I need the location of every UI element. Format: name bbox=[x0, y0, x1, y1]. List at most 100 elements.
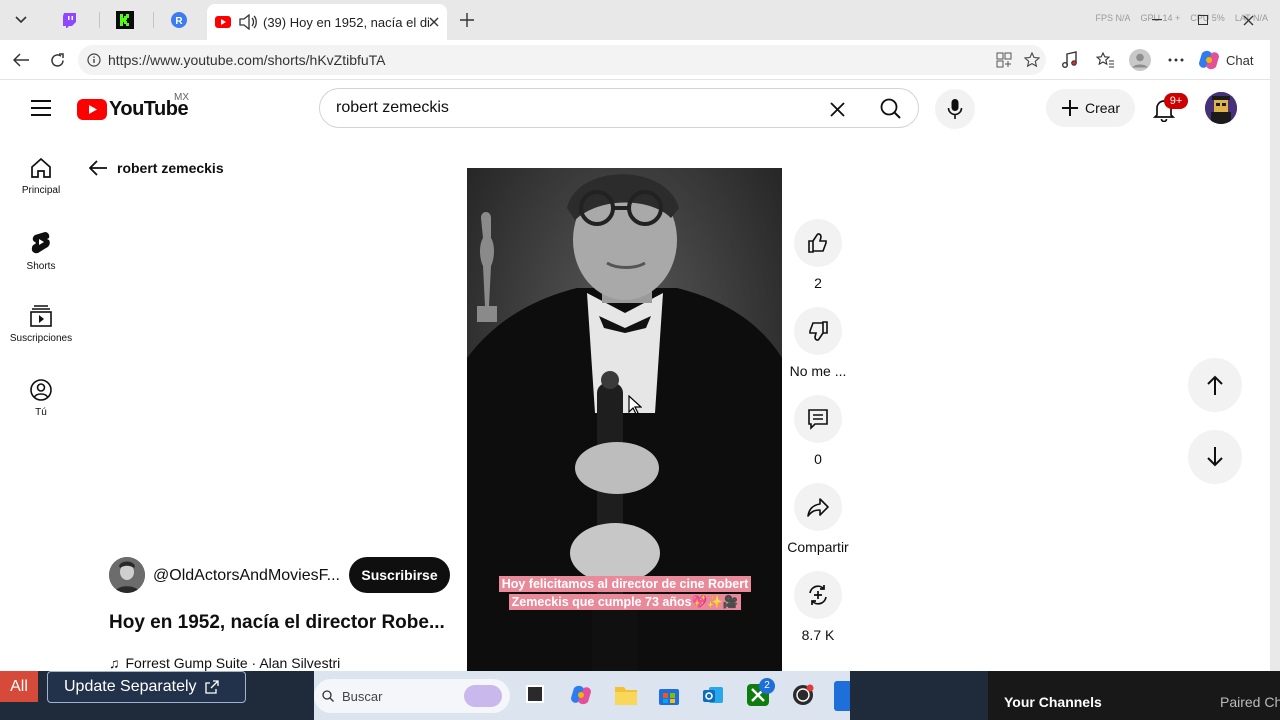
back-to-search[interactable]: robert zemeckis bbox=[89, 160, 224, 176]
favorite-star-icon[interactable] bbox=[1024, 52, 1040, 68]
active-tab-title: (39) Hoy en 1952, nacía el director bbox=[263, 14, 429, 30]
copilot-icon bbox=[1199, 50, 1219, 70]
hamburger-menu-icon bbox=[31, 100, 51, 116]
url-field[interactable]: https://www.youtube.com/shorts/hKvZtibfu… bbox=[78, 45, 1046, 75]
you-icon bbox=[30, 379, 52, 401]
channel-name[interactable]: @OldActorsAndMoviesF... bbox=[153, 567, 340, 585]
taskbar-app-overflow[interactable] bbox=[834, 681, 850, 711]
more-horizontal-icon bbox=[1168, 58, 1184, 62]
guide-label-shorts: Shorts bbox=[26, 261, 56, 272]
remix-icon bbox=[809, 585, 827, 605]
remix-button[interactable] bbox=[794, 571, 842, 619]
avatar-image-icon bbox=[1205, 92, 1237, 124]
like-action[interactable]: 2 bbox=[786, 219, 850, 291]
app-available-icon[interactable] bbox=[996, 52, 1012, 68]
region-code: MX bbox=[174, 92, 189, 103]
guide-item-suscripciones[interactable]: Suscripciones bbox=[0, 305, 82, 344]
reload-button[interactable] bbox=[43, 46, 71, 74]
profile-button[interactable] bbox=[1126, 46, 1154, 74]
taskbar: All Update Separately Buscar 2 Your Chan… bbox=[0, 671, 1280, 720]
share-label: Compartir bbox=[787, 539, 849, 555]
settings-more-button[interactable] bbox=[1162, 46, 1190, 74]
tab-kick[interactable] bbox=[112, 6, 138, 34]
channel-avatar[interactable] bbox=[109, 557, 145, 593]
shorts-video-player[interactable]: Hoy felicitamos al director de cine Robe… bbox=[467, 168, 782, 671]
guide-item-shorts[interactable]: Shorts bbox=[0, 231, 82, 272]
youtube-logo[interactable]: YouTube bbox=[77, 96, 189, 122]
like-button[interactable] bbox=[794, 219, 842, 267]
account-avatar[interactable] bbox=[1205, 92, 1237, 124]
search-highlight-image bbox=[464, 685, 502, 707]
notification-badge: 9+ bbox=[1164, 93, 1188, 109]
share-button[interactable] bbox=[794, 483, 842, 531]
update-separately-button[interactable]: Update Separately bbox=[47, 671, 246, 703]
guide-label-tu: Tú bbox=[35, 407, 47, 418]
plus-icon bbox=[1061, 100, 1078, 116]
remix-action[interactable]: 8.7 K bbox=[786, 571, 850, 643]
new-tab-button[interactable] bbox=[454, 6, 480, 34]
your-channels-label: Your Channels bbox=[1004, 694, 1102, 710]
taskbar-search[interactable]: Buscar bbox=[314, 679, 510, 713]
external-link-icon bbox=[204, 680, 219, 694]
r-site-icon: R bbox=[171, 12, 187, 28]
like-count: 2 bbox=[814, 275, 822, 291]
comments-button[interactable] bbox=[794, 395, 842, 443]
favorites-button[interactable] bbox=[1091, 46, 1119, 74]
outlook-icon[interactable] bbox=[702, 684, 724, 706]
window-edge bbox=[1270, 40, 1280, 671]
previous-short-button[interactable] bbox=[1188, 358, 1242, 412]
share-icon bbox=[807, 498, 829, 517]
comments-action[interactable]: 0 bbox=[786, 395, 850, 467]
guide-label-principal: Principal bbox=[21, 185, 61, 196]
search-button[interactable] bbox=[860, 89, 920, 127]
favorites-list-icon bbox=[1096, 52, 1114, 68]
tab-list-button[interactable] bbox=[6, 6, 36, 34]
copilot-chat-button[interactable]: Chat bbox=[1198, 47, 1264, 73]
arrow-left-icon bbox=[13, 53, 29, 67]
subscriptions-icon bbox=[30, 305, 52, 327]
back-button[interactable] bbox=[7, 46, 35, 74]
video-title[interactable]: Hoy en 1952, nacía el director Robe... bbox=[109, 612, 445, 634]
obs-icon[interactable] bbox=[792, 684, 814, 706]
task-view-icon[interactable] bbox=[526, 685, 544, 703]
guide-item-tu[interactable]: Tú bbox=[0, 379, 82, 418]
all-button[interactable]: All bbox=[0, 671, 38, 702]
mouse-cursor-icon bbox=[628, 395, 642, 415]
speaker-icon[interactable] bbox=[239, 14, 257, 30]
clear-search-button[interactable] bbox=[826, 98, 848, 120]
close-window-button[interactable] bbox=[1240, 6, 1256, 34]
search-input[interactable]: robert zemeckis bbox=[336, 99, 449, 117]
dislike-button[interactable] bbox=[794, 307, 842, 355]
close-tab-icon[interactable] bbox=[429, 17, 439, 27]
svg-text:R: R bbox=[175, 16, 183, 27]
maximize-window-button[interactable] bbox=[1195, 6, 1211, 34]
music-link[interactable]: ♫ Forrest Gump Suite · Alan Silvestri bbox=[109, 655, 340, 671]
dislike-label: No me ... bbox=[789, 363, 847, 379]
profile-avatar-icon bbox=[1129, 49, 1151, 71]
notifications-button[interactable]: 9+ bbox=[1150, 93, 1188, 124]
guide-label-suscripciones: Suscripciones bbox=[9, 333, 73, 344]
file-explorer-icon[interactable] bbox=[614, 684, 638, 706]
minimize-window-button[interactable] bbox=[1150, 6, 1164, 34]
create-button[interactable]: Crear bbox=[1046, 89, 1135, 127]
copilot-taskbar-icon[interactable] bbox=[570, 684, 592, 706]
windows-taskbar: Buscar 2 bbox=[314, 671, 850, 720]
voice-search-button[interactable] bbox=[935, 89, 975, 129]
media-control-button[interactable] bbox=[1056, 46, 1084, 74]
twitch-icon bbox=[63, 13, 76, 28]
plus-icon bbox=[460, 13, 474, 27]
dislike-action[interactable]: No me ... bbox=[786, 307, 850, 379]
subscribe-button[interactable]: Suscribirse bbox=[349, 557, 450, 593]
tab-r-site[interactable]: R bbox=[166, 6, 192, 34]
create-label: Crear bbox=[1084, 100, 1120, 116]
store-icon[interactable] bbox=[658, 684, 680, 706]
guide-item-principal[interactable]: Principal bbox=[0, 157, 82, 196]
chat-label: Chat bbox=[1226, 52, 1254, 68]
active-tab[interactable]: (39) Hoy en 1952, nacía el director bbox=[207, 4, 447, 40]
tab-twitch[interactable] bbox=[56, 6, 84, 34]
share-action[interactable]: Compartir bbox=[786, 483, 850, 555]
maximize-icon bbox=[1198, 15, 1208, 25]
site-info-icon[interactable] bbox=[87, 53, 101, 67]
next-short-button[interactable] bbox=[1188, 430, 1242, 484]
guide-menu-button[interactable] bbox=[28, 97, 54, 119]
